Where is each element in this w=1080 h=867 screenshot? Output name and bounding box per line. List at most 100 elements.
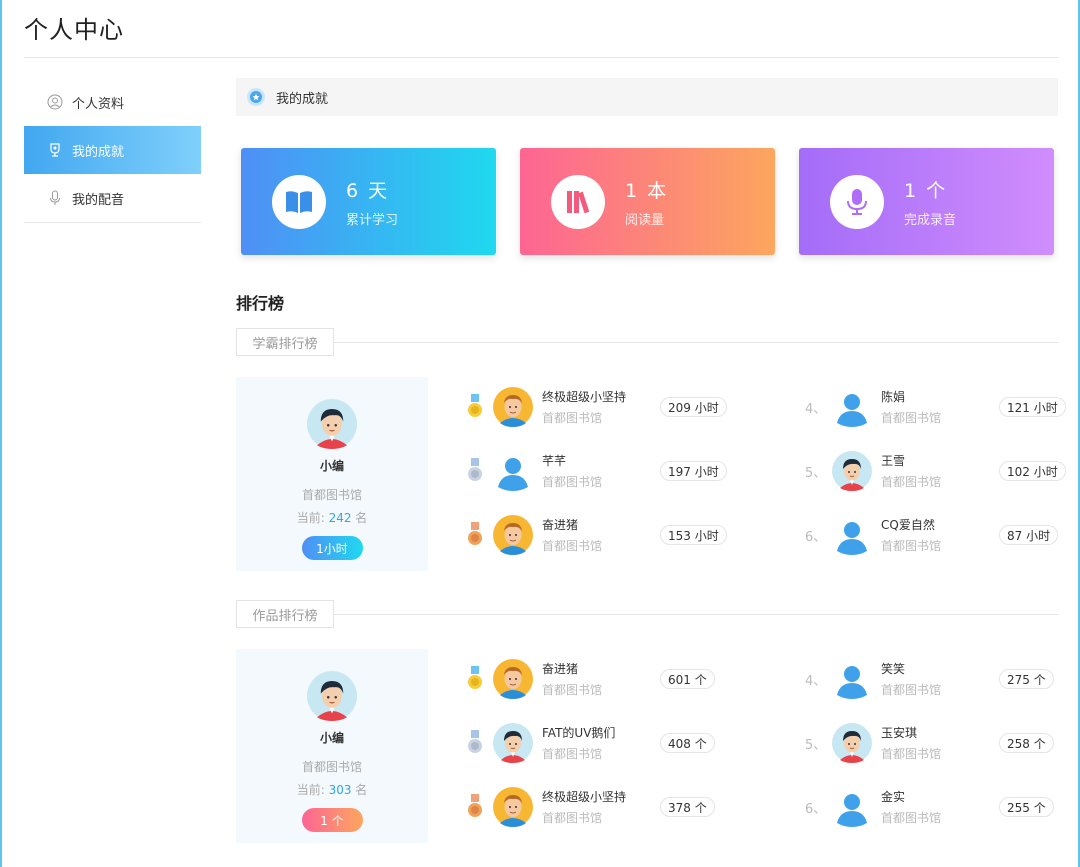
value-badge: 408 个 <box>660 733 715 753</box>
list-item[interactable]: FAT的UV鹅们 首都图书馆 408 个 <box>466 721 715 765</box>
tab-divider <box>334 614 1058 615</box>
list-item[interactable]: 4、 陈娟首都图书馆 121 小时 <box>805 385 1066 429</box>
list-item[interactable]: 奋进猪 首都图书馆 153 小时 <box>466 513 727 557</box>
user-name: FAT的UV鹅们 <box>542 726 616 740</box>
sidebar: 个人资料 我的成就 我的配音 <box>24 78 201 223</box>
user-name: 笑笑 <box>881 662 906 676</box>
user-name: CQ爱自然 <box>881 518 935 532</box>
sidebar-divider <box>24 222 201 223</box>
my-library: 首都图书馆 <box>301 760 362 774</box>
rank-number: 4、 <box>805 673 827 689</box>
sidebar-item-profile[interactable]: 个人资料 <box>24 78 201 126</box>
gold-medal-icon <box>466 666 484 692</box>
book-icon <box>272 174 326 229</box>
tab-works-ranking[interactable]: 作品排行榜 <box>236 600 334 628</box>
list-item[interactable]: 4、 笑笑首都图书馆 275 个 <box>805 657 1054 701</box>
sidebar-item-label: 个人资料 <box>72 96 125 112</box>
user-library: 首都图书馆 <box>542 539 603 553</box>
sidebar-item-label: 我的配音 <box>72 192 125 208</box>
user-library: 首都图书馆 <box>542 811 603 825</box>
title-divider <box>24 57 1058 58</box>
sidebar-item-dubbing[interactable]: 我的配音 <box>24 174 201 222</box>
rank-number: 5、 <box>805 737 827 753</box>
list-item[interactable]: 5、 王雪 首都图书馆 102 小时 <box>805 449 1066 493</box>
user-library: 首都图书馆 <box>881 411 942 425</box>
user-library: 首都图书馆 <box>542 683 603 697</box>
value-badge: 102 小时 <box>999 461 1066 481</box>
list-item[interactable]: 6、 金实首都图书馆 255 个 <box>805 785 1054 829</box>
avatar <box>307 399 357 449</box>
user-library: 首都图书馆 <box>542 747 603 761</box>
avatar <box>832 387 872 427</box>
value-badge: 87 小时 <box>999 525 1059 545</box>
sidebar-item-label: 我的成就 <box>72 144 125 160</box>
my-rank-panel: 小编 首都图书馆 当前: 303 名 1 个 <box>236 649 428 843</box>
stat-label: 累计学习 <box>346 212 399 228</box>
avatar <box>493 515 533 555</box>
section-title: 我的成就 <box>276 91 329 107</box>
value-badge: 121 小时 <box>999 397 1066 417</box>
user-library: 首都图书馆 <box>881 475 942 489</box>
my-rank: 当前: 303 名 <box>296 783 368 797</box>
list-item[interactable]: 6、 CQ爱自然 首都图书馆 87 小时 <box>805 513 1059 557</box>
stat-card-recordings: 1 个 完成录音 <box>799 148 1054 255</box>
user-name: 芊芊 <box>542 454 567 468</box>
my-value-pill: 1 个 <box>301 808 363 832</box>
stat-card-reading: 1 本 阅读量 <box>520 148 775 255</box>
avatar <box>493 723 533 763</box>
value-badge: 378 个 <box>660 797 715 817</box>
avatar <box>832 659 872 699</box>
list-item[interactable]: 奋进猪 首都图书馆 601 个 <box>466 657 715 701</box>
my-name: 小编 <box>319 459 344 473</box>
user-library: 首都图书馆 <box>881 539 942 553</box>
user-icon <box>46 93 64 111</box>
tab-divider <box>334 342 1058 343</box>
sidebar-item-achievements[interactable]: 我的成就 <box>24 126 201 174</box>
value-badge: 255 个 <box>999 797 1054 817</box>
section-header: 我的成就 <box>236 78 1058 116</box>
user-library: 首都图书馆 <box>881 683 942 697</box>
value-badge: 275 个 <box>999 669 1054 689</box>
user-name: 陈娟 <box>881 390 906 404</box>
tab-study-ranking[interactable]: 学霸排行榜 <box>236 328 334 356</box>
books-icon <box>551 174 605 229</box>
list-item[interactable]: 5、 玉安琪 首都图书馆 258 个 <box>805 721 1054 765</box>
stat-value: 1 本 <box>625 179 669 202</box>
stat-label: 完成录音 <box>904 212 957 228</box>
avatar <box>493 787 533 827</box>
bronze-medal-icon <box>466 794 484 820</box>
trophy-icon <box>46 141 64 159</box>
my-rank: 当前: 242 名 <box>296 511 368 525</box>
value-badge: 197 小时 <box>660 461 727 481</box>
silver-medal-icon <box>466 458 484 484</box>
medal-icon <box>246 87 266 107</box>
my-value-pill: 1小时 <box>301 536 363 560</box>
user-library: 首都图书馆 <box>542 411 603 425</box>
list-item[interactable]: 终极超级小坚持 首都图书馆 209 小时 <box>466 385 727 429</box>
rank-number: 5、 <box>805 465 827 481</box>
stat-value: 6 天 <box>346 179 390 202</box>
value-badge: 209 小时 <box>660 397 727 417</box>
my-library: 首都图书馆 <box>301 488 362 502</box>
bronze-medal-icon <box>466 522 484 548</box>
microphone-icon <box>46 189 64 207</box>
stat-card-study-days: 6 天 累计学习 <box>241 148 496 255</box>
avatar <box>493 451 533 491</box>
user-name: 金实 <box>881 790 906 804</box>
avatar <box>493 659 533 699</box>
value-badge: 601 个 <box>660 669 715 689</box>
rank-number: 4、 <box>805 401 827 417</box>
avatar <box>832 723 872 763</box>
user-library: 首都图书馆 <box>881 811 942 825</box>
user-library: 首都图书馆 <box>542 475 603 489</box>
ranking-title: 排行榜 <box>236 294 285 313</box>
list-item[interactable]: 终极超级小坚持 首都图书馆 378 个 <box>466 785 715 829</box>
stat-label: 阅读量 <box>625 212 665 228</box>
stat-value: 1 个 <box>904 179 948 202</box>
my-name: 小编 <box>319 731 344 745</box>
rank-number: 6、 <box>805 801 827 817</box>
silver-medal-icon <box>466 730 484 756</box>
user-name: 玉安琪 <box>881 726 918 740</box>
list-item[interactable]: 芊芊首都图书馆 197 小时 <box>466 449 727 493</box>
my-rank-panel: 小编 首都图书馆 当前: 242 名 1小时 <box>236 377 428 571</box>
